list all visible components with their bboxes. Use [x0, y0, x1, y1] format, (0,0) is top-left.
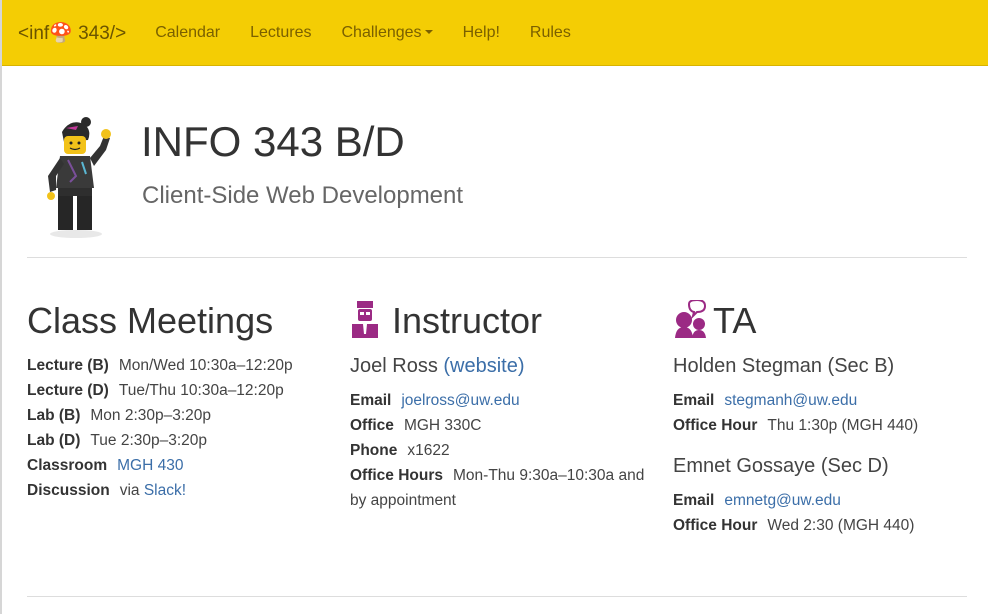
meeting-value: Tue/Thu 10:30a–12:20p — [118, 382, 284, 399]
instructor-name-row: Joel Ross (website) — [350, 355, 644, 378]
office-hour-label: Office Hour — [673, 517, 758, 534]
nav-lectures[interactable]: Lectures — [235, 24, 326, 42]
ta-email-link[interactable]: stegmanh@uw.edu — [724, 392, 857, 409]
instructor-heading: Instructor — [392, 300, 543, 342]
email-row: Email joelross@uw.edu — [350, 388, 644, 413]
nav-challenges-label: Challenges — [341, 23, 422, 41]
office-hours-label: Office Hours — [350, 467, 444, 484]
ta-office-hour-row: Office Hour Wed 2:30 (MGH 440) — [673, 513, 918, 538]
office-hour-value: Thu 1:30p (MGH 440) — [767, 417, 919, 434]
class-meetings-heading: Class Meetings — [27, 300, 274, 341]
meeting-row: Lab (B) Mon 2:30p–3:20p — [27, 403, 293, 428]
ta-icon — [673, 298, 707, 347]
office-value: MGH 330C — [403, 417, 482, 434]
classroom-label: Classroom — [27, 457, 108, 474]
navbar: <inf🍄 343/> Calendar Lectures Challenges… — [2, 0, 988, 66]
phone-value: x1622 — [407, 442, 450, 459]
office-hours-row: Office Hours Mon-Thu 9:30a–10:30a and — [350, 463, 644, 488]
nav-help[interactable]: Help! — [448, 24, 515, 42]
meeting-row: Lecture (B) Mon/Wed 10:30a–12:20p — [27, 353, 293, 378]
page-subtitle: Client-Side Web Development — [142, 182, 464, 209]
meeting-value: Tue 2:30p–3:20p — [90, 432, 208, 449]
email-label: Email — [673, 492, 715, 509]
phone-label: Phone — [350, 442, 398, 459]
meeting-value: Mon/Wed 10:30a–12:20p — [118, 357, 293, 374]
divider — [27, 596, 967, 597]
nav-challenges-dropdown[interactable]: Challenges — [327, 24, 448, 42]
ta-email-link[interactable]: emnetg@uw.edu — [724, 492, 841, 509]
ta-email-row: Email emnetg@uw.edu — [673, 488, 918, 513]
slack-link-suffix: ! — [181, 482, 187, 499]
office-hours-continued: by appointment — [350, 492, 456, 509]
discussion-prefix: via — [119, 482, 140, 499]
page-title: INFO 343 B/D — [141, 118, 405, 165]
instructor-email-link[interactable]: joelross@uw.edu — [401, 392, 519, 409]
nav-calendar[interactable]: Calendar — [140, 24, 235, 42]
email-label: Email — [673, 392, 715, 409]
office-hour-value: Wed 2:30 (MGH 440) — [767, 517, 915, 534]
ta-office-hour-row: Office Hour Thu 1:30p (MGH 440) — [673, 413, 918, 438]
ta-heading-row: TA — [673, 298, 918, 347]
lego-figure-image — [47, 117, 111, 238]
instructor-name: Joel Ross — [350, 355, 438, 377]
meeting-label: Lab (D) — [27, 432, 81, 449]
caret-down-icon — [424, 30, 433, 35]
phone-row: Phone x1622 — [350, 438, 644, 463]
classroom-row: Classroom MGH 430 — [27, 453, 293, 478]
ta-section: TA Holden Stegman (Sec B) Email stegmanh@… — [673, 298, 918, 538]
email-label: Email — [350, 392, 392, 409]
meeting-label: Lecture (D) — [27, 382, 109, 399]
office-hours-value: Mon-Thu 9:30a–10:30a and — [453, 467, 645, 484]
nav-rules[interactable]: Rules — [515, 24, 586, 42]
discussion-label: Discussion — [27, 482, 110, 499]
classroom-link[interactable]: MGH 430 — [117, 457, 183, 474]
discussion-row: Discussion via Slack! — [27, 478, 293, 503]
meeting-label: Lab (B) — [27, 407, 81, 424]
meeting-row: Lecture (D) Tue/Thu 10:30a–12:20p — [27, 378, 293, 403]
divider — [27, 257, 967, 258]
meeting-row: Lab (D) Tue 2:30p–3:20p — [27, 428, 293, 453]
slack-link-text: Slack — [143, 482, 182, 499]
instructor-heading-row: Instructor — [350, 300, 644, 347]
ta-email-row: Email stegmanh@uw.edu — [673, 388, 918, 413]
meeting-value: Mon 2:30p–3:20p — [90, 407, 212, 424]
instructor-icon — [350, 300, 380, 347]
class-meetings-section: Class Meetings Lecture (B) Mon/Wed 10:30a… — [27, 300, 293, 503]
slack-link[interactable]: Slack! — [144, 482, 186, 499]
office-row: Office MGH 330C — [350, 413, 644, 438]
nav-menu: Calendar Lectures Challenges Help! Rules — [140, 24, 586, 42]
instructor-section: Instructor Joel Ross (website) Email joel… — [350, 300, 644, 513]
office-label: Office — [350, 417, 394, 434]
office-hour-label: Office Hour — [673, 417, 758, 434]
meeting-label: Lecture (B) — [27, 357, 109, 374]
ta-name: Holden Stegman (Sec B) — [673, 355, 895, 377]
ta-name: Emnet Gossaye (Sec D) — [673, 455, 889, 477]
instructor-website-link[interactable]: (website) — [443, 355, 524, 377]
brand-link[interactable]: <inf🍄 343/> — [18, 21, 126, 45]
ta-heading: TA — [713, 300, 757, 342]
